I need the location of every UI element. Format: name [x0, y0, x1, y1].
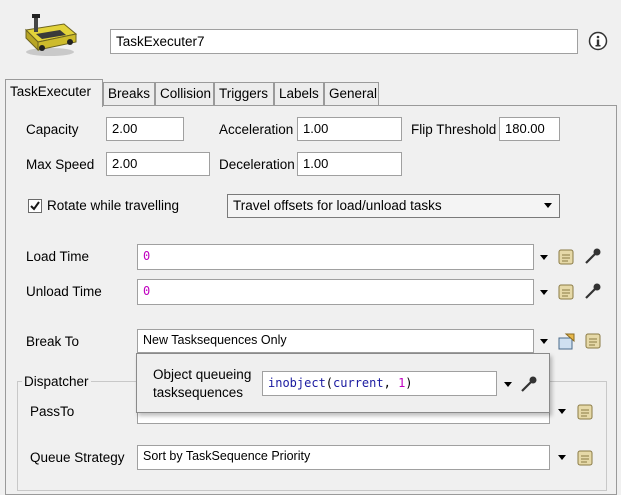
load-time-value: 0 — [143, 249, 151, 263]
queue-strategy-edit-scroll-icon[interactable] — [575, 448, 595, 468]
load-time-picker-icon[interactable] — [583, 246, 603, 266]
code-separator: , — [383, 376, 399, 390]
object-queueing-dropdown-icon[interactable] — [504, 382, 512, 387]
code-function: inobject — [268, 376, 326, 390]
tab-triggers[interactable]: Triggers — [214, 82, 274, 105]
acceleration-label: Acceleration — [219, 122, 294, 137]
queue-strategy-label: Queue Strategy — [30, 450, 125, 465]
unload-time-dropdown-icon[interactable] — [540, 290, 548, 295]
load-time-edit-scroll-icon[interactable] — [556, 247, 576, 267]
unload-time-picker-icon[interactable] — [583, 281, 603, 301]
load-time-input[interactable]: 0 — [137, 244, 534, 270]
object-icon — [20, 12, 80, 60]
break-to-value: New Tasksequences Only — [143, 333, 287, 347]
travel-offsets-value: Travel offsets for load/unload tasks — [233, 198, 442, 213]
unload-time-edit-scroll-icon[interactable] — [556, 282, 576, 302]
code-open-paren: ( — [325, 376, 334, 390]
rotate-checkbox[interactable] — [28, 199, 42, 213]
code-arg-current: current — [333, 376, 384, 390]
pass-to-label: PassTo — [30, 404, 75, 419]
acceleration-input[interactable]: 1.00 — [297, 117, 402, 141]
break-to-input[interactable]: New Tasksequences Only — [137, 329, 534, 353]
tab-collision[interactable]: Collision — [155, 82, 214, 105]
break-to-label: Break To — [26, 334, 80, 349]
popup-label-line1: Object queueing — [153, 367, 252, 382]
flip-threshold-label: Flip Threshold — [411, 122, 497, 137]
unload-time-input[interactable]: 0 — [137, 279, 534, 305]
capacity-input[interactable]: 2.00 — [106, 117, 184, 141]
capacity-label: Capacity — [26, 122, 79, 137]
break-to-add-template-icon[interactable] — [556, 332, 576, 352]
deceleration-input[interactable]: 1.00 — [297, 152, 402, 176]
pass-to-edit-scroll-icon[interactable] — [575, 402, 595, 422]
rotate-label[interactable]: Rotate while travelling — [47, 198, 179, 213]
code-close-paren: ) — [405, 376, 413, 390]
object-queueing-input[interactable]: inobject(current, 1) — [262, 371, 497, 396]
tab-breaks[interactable]: Breaks — [103, 82, 155, 105]
break-to-edit-scroll-icon[interactable] — [583, 331, 603, 351]
travel-offsets-select[interactable]: Travel offsets for load/unload tasks — [227, 194, 560, 218]
deceleration-label: Deceleration — [219, 157, 295, 172]
queue-strategy-dropdown-icon[interactable] — [558, 455, 566, 460]
tab-taskexecuter[interactable]: TaskExecuter — [5, 79, 103, 107]
dispatcher-group-label: Dispatcher — [22, 374, 91, 389]
load-time-label: Load Time — [26, 249, 90, 264]
unload-time-label: Unload Time — [26, 284, 102, 299]
max-speed-input[interactable]: 2.00 — [106, 152, 210, 176]
tab-labels[interactable]: Labels — [274, 82, 324, 105]
load-time-dropdown-icon[interactable] — [540, 255, 548, 260]
break-to-options-popup: Object queueing tasksequences inobject(c… — [136, 353, 550, 413]
queue-strategy-input[interactable]: Sort by TaskSequence Priority — [137, 445, 550, 470]
queue-strategy-value: Sort by TaskSequence Priority — [143, 449, 311, 463]
break-to-dropdown-icon[interactable] — [540, 339, 548, 344]
travel-offsets-chevron-icon[interactable] — [544, 203, 552, 208]
popup-label-line2: tasksequences — [153, 385, 244, 400]
unload-time-value: 0 — [143, 284, 151, 298]
object-queueing-picker-icon[interactable] — [519, 374, 539, 394]
object-name-input[interactable]: TaskExecuter7 — [110, 29, 578, 54]
tab-general[interactable]: General — [324, 82, 379, 105]
info-icon[interactable] — [588, 31, 608, 51]
pass-to-dropdown-icon[interactable] — [558, 409, 566, 414]
max-speed-label: Max Speed — [26, 157, 95, 172]
flip-threshold-input[interactable]: 180.00 — [499, 117, 560, 141]
